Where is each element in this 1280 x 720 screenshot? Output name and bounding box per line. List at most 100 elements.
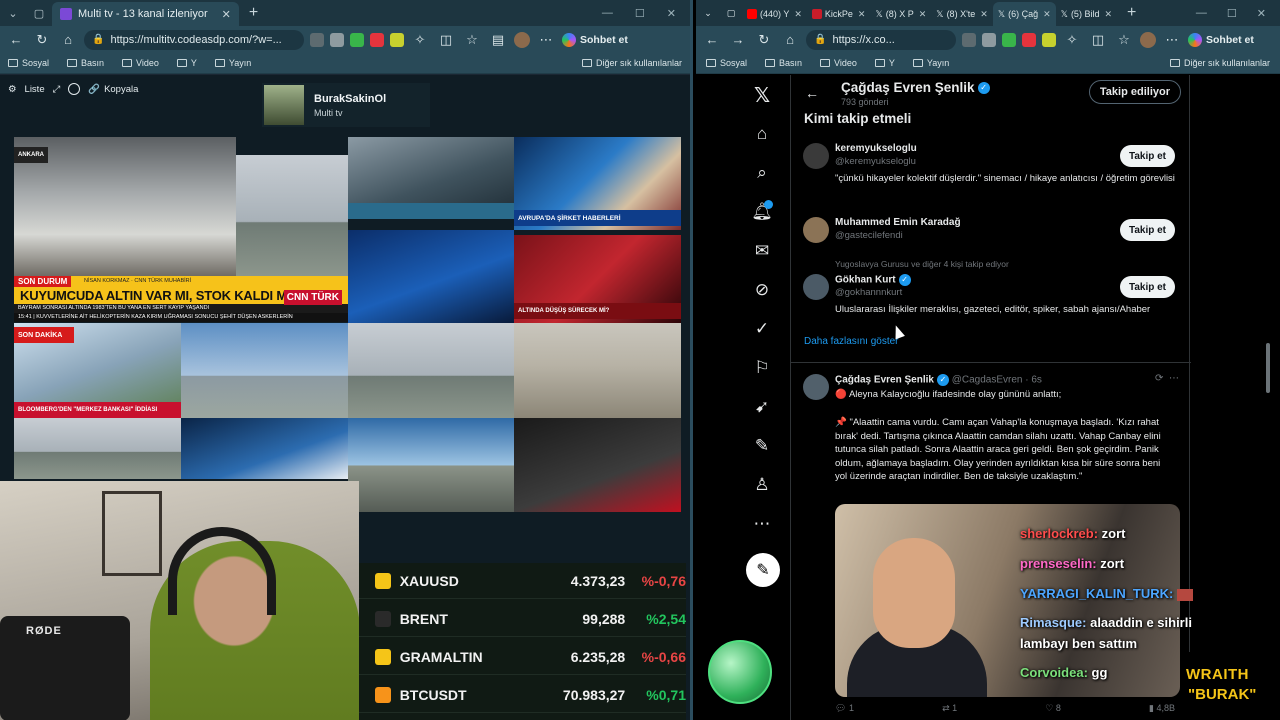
account-avatar[interactable] xyxy=(708,640,772,704)
follow-button[interactable]: Takip et xyxy=(1119,219,1175,241)
search-icon[interactable]: ⌕ xyxy=(742,158,782,188)
video-tile-aljazeera[interactable] xyxy=(514,418,681,512)
tab-kick[interactable]: KickPe ✕ xyxy=(807,2,871,26)
favorites-icon[interactable]: ☆ xyxy=(462,30,482,50)
bookmark-sosyal[interactable]: Sosyal xyxy=(8,58,49,68)
new-tab-button[interactable]: + xyxy=(1117,4,1146,22)
favorites-icon[interactable]: ☆ xyxy=(1114,30,1134,50)
copilot-chat-button[interactable]: Sohbet et xyxy=(562,32,628,47)
extension-icon[interactable] xyxy=(1042,32,1056,47)
compose-post-button[interactable]: ✎ xyxy=(746,553,780,587)
video-tile-altin[interactable]: ALTINDA DÜŞÜŞ SÜRECEK Mİ? xyxy=(514,235,681,323)
maximize-icon[interactable]: ☐ xyxy=(1227,7,1237,20)
video-tile-city-cam[interactable] xyxy=(236,155,348,276)
tweet-author-avatar[interactable] xyxy=(803,374,829,400)
profile-avatar[interactable] xyxy=(1140,31,1156,48)
bookmark-basin[interactable]: Basın xyxy=(67,58,104,68)
tab-actions-icon[interactable]: ⌄ xyxy=(0,0,26,26)
scrollbar[interactable] xyxy=(1264,75,1272,720)
list-button[interactable]: Liste xyxy=(25,84,45,95)
bookmark-basin[interactable]: Basın xyxy=(765,58,802,68)
workspaces-icon[interactable]: ▢ xyxy=(720,8,742,19)
follow-suggestion[interactable]: keremyukseloglu @keremyukseloglu "çünkü … xyxy=(803,143,1183,203)
video-tile-studio-blue[interactable] xyxy=(348,230,514,323)
fullscreen-icon[interactable]: ⤢ xyxy=(53,84,61,95)
split-screen-icon[interactable]: ◫ xyxy=(436,30,456,50)
address-bar[interactable]: 🔒 https://x.co... xyxy=(806,29,956,50)
messages-icon[interactable]: ✉ xyxy=(742,236,782,266)
video-tile-harbor-cam[interactable] xyxy=(181,323,348,418)
avatar[interactable] xyxy=(803,217,829,243)
suggestion-name[interactable]: keremyukseloglu xyxy=(835,143,917,154)
more-icon[interactable]: ⋯ xyxy=(1162,30,1182,50)
address-bar[interactable]: 🔒 https://multitv.codeasdp.com/?w=... xyxy=(84,29,304,50)
close-tab-icon[interactable]: ✕ xyxy=(919,9,927,20)
more-options-icon[interactable]: ⋯ xyxy=(1169,373,1179,384)
forward-icon[interactable]: → xyxy=(728,30,748,50)
bookmark-yayin[interactable]: Yayın xyxy=(912,58,949,68)
copy-link-button[interactable]: 🔗 Kopyala xyxy=(88,84,138,95)
avatar[interactable] xyxy=(803,143,829,169)
home-icon[interactable]: ⌂ xyxy=(58,30,78,50)
tab-x-2[interactable]: 𝕏 (8) X'te ✕ xyxy=(931,2,993,26)
tab-x-active[interactable]: 𝕏 (6) Çağ ✕ xyxy=(992,2,1056,26)
close-tab-icon[interactable]: ✕ xyxy=(858,9,866,20)
close-window-icon[interactable]: ✕ xyxy=(667,7,676,20)
extension-icon[interactable] xyxy=(370,32,384,47)
bookmarks-icon[interactable]: ⚐ xyxy=(742,353,782,383)
like-button[interactable]: ♡ 8 xyxy=(1045,703,1061,714)
video-tile-jewelry[interactable]: ANKARA xyxy=(14,137,236,276)
minimize-icon[interactable]: — xyxy=(602,7,613,20)
x-logo-icon[interactable]: 𝕏 xyxy=(742,80,782,110)
tweet-author-name[interactable]: Çağdaş Evren Şenlik xyxy=(835,375,934,386)
follow-suggestion[interactable]: Yugoslavya Gurusu ve diğer 4 kişi takip … xyxy=(803,259,1183,324)
bookmark-y[interactable]: Y xyxy=(176,58,197,68)
reply-button[interactable]: 💬︎ 1 xyxy=(835,703,854,714)
avatar[interactable] xyxy=(803,274,829,300)
close-tab-icon[interactable]: ✕ xyxy=(1104,9,1112,20)
close-window-icon[interactable]: ✕ xyxy=(1257,7,1266,20)
video-tile-bridge-cam[interactable] xyxy=(348,418,514,512)
extension-icon[interactable] xyxy=(982,32,996,47)
video-tile-haze[interactable] xyxy=(14,418,181,479)
video-tile-rooftops[interactable] xyxy=(514,323,681,418)
bookmark-yayin[interactable]: Yayın xyxy=(214,58,251,68)
bookmark-video[interactable]: Video xyxy=(820,58,857,68)
extension-icon[interactable] xyxy=(350,32,364,47)
extension-icon[interactable] xyxy=(390,32,404,47)
split-screen-icon[interactable]: ◫ xyxy=(1088,30,1108,50)
puzzle-icon[interactable]: ✧ xyxy=(410,30,430,50)
video-tile-interview[interactable] xyxy=(181,418,348,479)
minimize-icon[interactable]: — xyxy=(1196,7,1207,20)
back-icon[interactable]: ← xyxy=(6,30,26,50)
profile-icon[interactable]: ♙ xyxy=(742,470,782,500)
video-tile-skyline[interactable] xyxy=(348,323,514,418)
communities-icon[interactable]: ✓ xyxy=(742,314,782,344)
views-button[interactable]: ▮ 4,8B xyxy=(1149,703,1175,714)
close-tab-icon[interactable]: ✕ xyxy=(1043,9,1051,20)
refresh-icon[interactable]: ↻ xyxy=(754,30,774,50)
extension-icon[interactable] xyxy=(310,32,324,47)
home-icon[interactable]: ⌂ xyxy=(742,119,782,149)
follow-button[interactable]: Takip et xyxy=(1119,145,1175,167)
video-tile-debate[interactable] xyxy=(348,137,514,219)
suggestion-name[interactable]: Gökhan Kurt ✓ xyxy=(835,274,911,286)
more-icon[interactable]: ⋯ xyxy=(742,509,782,539)
repost-button[interactable]: ⇄ 1 xyxy=(942,703,957,714)
other-favorites[interactable]: Diğer sık kullanılanlar xyxy=(581,58,682,68)
channel-profile-card[interactable]: BurakSakinOl Multi tv xyxy=(262,83,430,127)
grok-icon[interactable]: ⟳ xyxy=(1155,373,1163,384)
more-icon[interactable]: ⋯ xyxy=(536,30,556,50)
timer-icon[interactable] xyxy=(68,83,81,95)
extension-icon[interactable] xyxy=(1002,32,1016,47)
puzzle-icon[interactable]: ✧ xyxy=(1062,30,1082,50)
suggestion-name[interactable]: Muhammed Emin Karadağ xyxy=(835,217,961,228)
copilot-chat-button[interactable]: Sohbet et xyxy=(1188,32,1254,47)
tab-youtube[interactable]: (440) Y ✕ xyxy=(742,2,807,26)
tab-multitv[interactable]: Multi tv - 13 kanal izleniyor ✕ xyxy=(52,2,239,26)
maximize-icon[interactable]: ☐ xyxy=(635,7,645,20)
workspaces-icon[interactable]: ▢ xyxy=(26,0,52,26)
settings-icon[interactable]: ⚙ xyxy=(8,84,17,95)
follow-suggestion[interactable]: Muhammed Emin Karadağ @gastecilefendi Ta… xyxy=(803,217,1183,257)
refresh-icon[interactable]: ↻ xyxy=(32,30,52,50)
